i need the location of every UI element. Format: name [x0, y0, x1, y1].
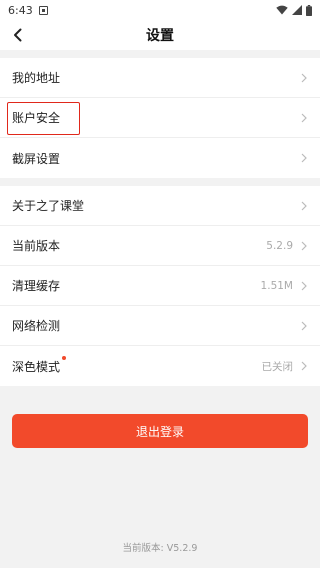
chevron-right-icon: [301, 321, 307, 330]
chevron-right-icon: [301, 153, 307, 163]
battery-icon: [306, 4, 312, 16]
wifi-icon: [276, 5, 288, 15]
settings-group-app: 关于之了课堂 当前版本 5.2.9 清理缓存 1.51M 网络检测 深色模式 已…: [0, 186, 320, 386]
settings-item-account-security[interactable]: 账户安全: [0, 98, 320, 138]
settings-item-clear-cache[interactable]: 清理缓存 1.51M: [0, 266, 320, 306]
chevron-right-icon: [301, 241, 307, 250]
status-bar: 6:43: [0, 0, 320, 20]
status-time: 6:43: [8, 3, 33, 17]
chevron-right-icon: [301, 73, 307, 82]
settings-item-label: 网络检测: [12, 319, 61, 333]
new-badge-dot: [62, 355, 67, 360]
settings-item-screenshot[interactable]: 截屏设置: [0, 138, 320, 178]
chevron-left-icon: [13, 28, 21, 42]
notification-icon: [38, 5, 48, 15]
settings-item-network-check[interactable]: 网络检测: [0, 306, 320, 346]
settings-item-label: 清理缓存: [12, 279, 61, 293]
settings-item-value: 1.51M: [260, 279, 293, 292]
settings-group-account: 我的地址 账户安全 截屏设置: [0, 58, 320, 178]
settings-item-label: 我的地址: [12, 71, 61, 85]
back-button[interactable]: [6, 24, 28, 46]
settings-item-label: 当前版本: [12, 239, 61, 253]
settings-item-dark-mode[interactable]: 深色模式 已关闭: [0, 346, 320, 386]
chevron-right-icon: [301, 281, 307, 290]
navigation-bar: [0, 561, 320, 568]
settings-item-label: 截屏设置: [12, 151, 61, 166]
chevron-right-icon: [301, 201, 307, 210]
footer-version: 当前版本: V5.2.9: [122, 543, 198, 554]
settings-item-value: 已关闭: [261, 360, 294, 373]
chevron-right-icon: [301, 361, 307, 371]
settings-item-about[interactable]: 关于之了课堂: [0, 186, 320, 226]
settings-item-label: 关于之了课堂: [12, 199, 85, 213]
logout-button[interactable]: 退出登录: [12, 414, 308, 448]
settings-item-version[interactable]: 当前版本 5.2.9: [0, 226, 320, 266]
signal-icon: [292, 5, 302, 15]
page-title: 设置: [146, 28, 174, 44]
settings-item-label: 深色模式: [12, 359, 61, 374]
chevron-right-icon: [301, 113, 307, 122]
settings-item-address[interactable]: 我的地址: [0, 58, 320, 98]
settings-item-label: 账户安全: [12, 111, 61, 125]
header: 设置: [0, 20, 320, 50]
settings-item-value: 5.2.9: [266, 239, 293, 252]
